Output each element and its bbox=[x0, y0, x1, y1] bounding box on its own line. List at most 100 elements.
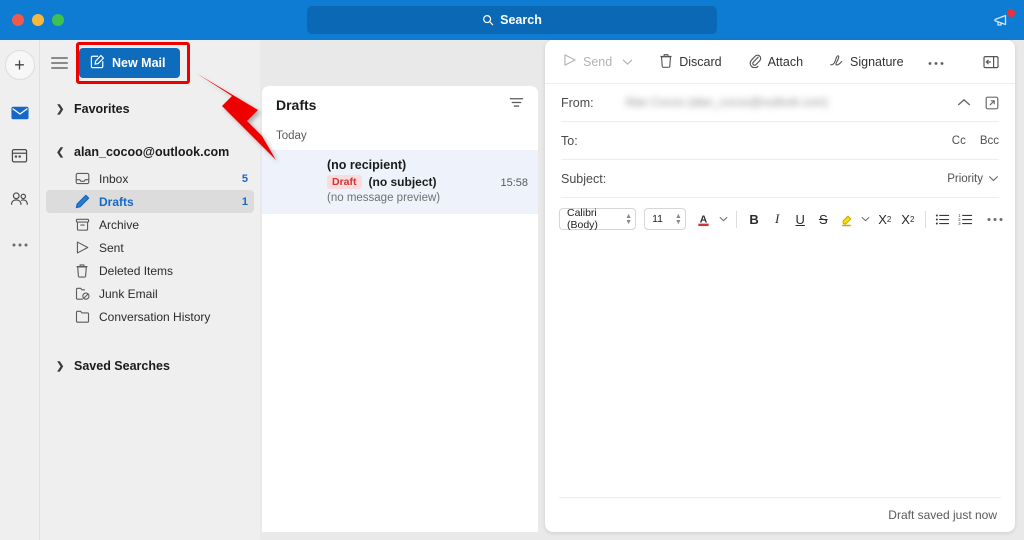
trash-icon bbox=[659, 53, 673, 71]
trash-icon bbox=[74, 263, 90, 279]
font-family-stepper[interactable]: ▲ ▼ bbox=[625, 213, 632, 226]
bulleted-list-icon[interactable] bbox=[933, 208, 953, 231]
folder-item-archive[interactable]: Archive bbox=[46, 213, 254, 236]
paperclip-icon bbox=[748, 53, 762, 71]
signature-label: Signature bbox=[850, 54, 904, 69]
subject-field-row: Subject: Priority bbox=[561, 160, 999, 198]
folder-item-drafts[interactable]: Drafts 1 bbox=[46, 190, 254, 213]
font-family-select[interactable]: Calibri (Body) ▲ ▼ bbox=[559, 207, 637, 231]
message-list-title: Drafts bbox=[276, 97, 317, 113]
message-preview: (no message preview) bbox=[327, 192, 441, 204]
superscript-button[interactable]: X2 bbox=[875, 208, 895, 231]
from-value[interactable]: Alan Cocoo (alan_cocoo@outlook.com) bbox=[625, 97, 957, 109]
format-more-icon[interactable] bbox=[985, 208, 1005, 231]
underline-button[interactable]: U bbox=[790, 208, 810, 231]
font-size-stepper[interactable]: ▲ ▼ bbox=[675, 213, 682, 226]
folder-item-sent[interactable]: Sent bbox=[46, 236, 254, 259]
folder-item-junk-email[interactable]: Junk Email bbox=[46, 282, 254, 305]
rail-item-people[interactable] bbox=[3, 184, 37, 218]
highlighter-icon[interactable] bbox=[836, 208, 856, 231]
new-item-button[interactable]: + bbox=[4, 50, 35, 80]
chevron-down-icon: ❮ bbox=[56, 146, 65, 158]
new-mail-button[interactable]: New Mail bbox=[79, 47, 180, 78]
from-field-row: From: Alan Cocoo (alan_cocoo@outlook.com… bbox=[561, 84, 999, 122]
send-icon bbox=[74, 240, 90, 256]
message-items: (no recipient) Draft (no subject) (no messa… bbox=[262, 150, 538, 214]
message-list-item[interactable]: (no recipient) Draft (no subject) (no messa… bbox=[262, 150, 538, 214]
font-size-select[interactable]: 11 ▲ ▼ bbox=[644, 208, 686, 230]
message-list-header: Drafts bbox=[262, 86, 538, 124]
compose-toolbar: Send Discard Attach Signature bbox=[545, 40, 1015, 84]
folder-item-conversation-history[interactable]: Conversation History bbox=[46, 305, 254, 328]
bold-button[interactable]: B bbox=[744, 208, 764, 231]
signature-button[interactable]: Signature bbox=[821, 49, 912, 75]
bcc-button[interactable]: Bcc bbox=[980, 135, 999, 147]
ellipsis-icon bbox=[11, 235, 29, 253]
minimize-button[interactable] bbox=[32, 14, 44, 26]
subscript-button[interactable]: X2 bbox=[898, 208, 918, 231]
discard-button[interactable]: Discard bbox=[651, 49, 729, 75]
account-header[interactable]: ❮ alan_cocoo@outlook.com bbox=[40, 137, 260, 167]
priority-button[interactable]: Priority bbox=[947, 173, 983, 185]
to-label: To: bbox=[561, 133, 578, 148]
chevron-up-icon[interactable] bbox=[957, 98, 971, 107]
maximize-button[interactable] bbox=[52, 14, 64, 26]
formatting-toolbar: Calibri (Body) ▲ ▼ 11 ▲ ▼ A B I U S X 2 … bbox=[545, 198, 1015, 240]
junk-icon bbox=[74, 286, 90, 302]
ellipsis-icon bbox=[928, 55, 944, 69]
window-controls bbox=[0, 14, 64, 26]
saved-searches-section[interactable]: ❯ Saved Searches bbox=[40, 352, 260, 380]
font-color-caret-icon[interactable] bbox=[717, 208, 729, 231]
folder-label: Drafts bbox=[99, 194, 134, 209]
draft-saved-status: Draft saved just now bbox=[888, 508, 997, 522]
message-list-pane: Drafts Today (no recipient) Draft (no subj… bbox=[262, 86, 538, 532]
folder-sidebar: New Mail ❯ Favorites ❮ alan_cocoo@outloo… bbox=[40, 40, 260, 540]
highlighter-caret-icon[interactable] bbox=[859, 208, 871, 231]
compose-fields: From: Alan Cocoo (alan_cocoo@outlook.com… bbox=[545, 84, 1015, 198]
folder-item-inbox[interactable]: Inbox 5 bbox=[46, 167, 254, 190]
mail-icon bbox=[10, 106, 29, 125]
compose-status-bar: Draft saved just now bbox=[545, 498, 1015, 532]
rail-item-mail[interactable] bbox=[3, 98, 37, 132]
signature-icon bbox=[829, 53, 844, 71]
attach-button[interactable]: Attach bbox=[740, 49, 811, 75]
search-input[interactable]: Search bbox=[307, 6, 717, 34]
font-color-icon[interactable]: A bbox=[694, 208, 714, 231]
send-options-button[interactable] bbox=[620, 51, 641, 73]
send-button[interactable]: Send bbox=[555, 49, 620, 74]
chevron-right-icon: ❯ bbox=[56, 360, 65, 372]
folder-list: Inbox 5 Drafts 1 Archive Sent Deleted Items Jun… bbox=[40, 167, 260, 328]
chevron-right-icon: ❯ bbox=[56, 103, 65, 115]
folder-unread-count: 5 bbox=[241, 172, 248, 185]
reading-pane-icon[interactable] bbox=[975, 51, 1007, 73]
favorites-section[interactable]: ❯ Favorites bbox=[40, 95, 260, 123]
message-subject: (no subject) bbox=[368, 175, 437, 189]
message-recipient: (no recipient) bbox=[327, 158, 407, 172]
pencil-icon bbox=[74, 194, 90, 210]
megaphone-icon[interactable] bbox=[992, 9, 1015, 29]
svg-text:3: 3 bbox=[959, 221, 962, 226]
folder-label: Conversation History bbox=[99, 309, 211, 324]
sidebar-toolbar: New Mail bbox=[40, 40, 260, 85]
notification-badge bbox=[1007, 9, 1015, 17]
inbox-icon bbox=[74, 171, 90, 187]
cc-button[interactable]: Cc bbox=[952, 135, 966, 147]
day-group-label: Today bbox=[276, 130, 307, 142]
compose-more-button[interactable] bbox=[920, 51, 952, 73]
message-body-editor[interactable] bbox=[559, 240, 1001, 498]
search-placeholder-text: Search bbox=[500, 13, 542, 27]
close-button[interactable] bbox=[12, 14, 24, 26]
italic-button[interactable]: I bbox=[767, 208, 787, 231]
rail-item-more[interactable] bbox=[3, 227, 37, 261]
send-label: Send bbox=[583, 54, 613, 69]
chevron-down-icon[interactable] bbox=[988, 173, 999, 185]
hamburger-icon[interactable] bbox=[51, 56, 68, 69]
filter-icon[interactable] bbox=[509, 96, 524, 114]
from-label: From: bbox=[561, 95, 594, 110]
folder-item-deleted-items[interactable]: Deleted Items bbox=[46, 259, 254, 282]
rail-item-calendar[interactable] bbox=[3, 141, 37, 175]
numbered-list-icon[interactable]: 1 2 3 bbox=[956, 208, 976, 231]
folder-icon bbox=[74, 309, 90, 325]
strikethrough-button[interactable]: S bbox=[813, 208, 833, 231]
popout-icon[interactable] bbox=[985, 96, 999, 110]
